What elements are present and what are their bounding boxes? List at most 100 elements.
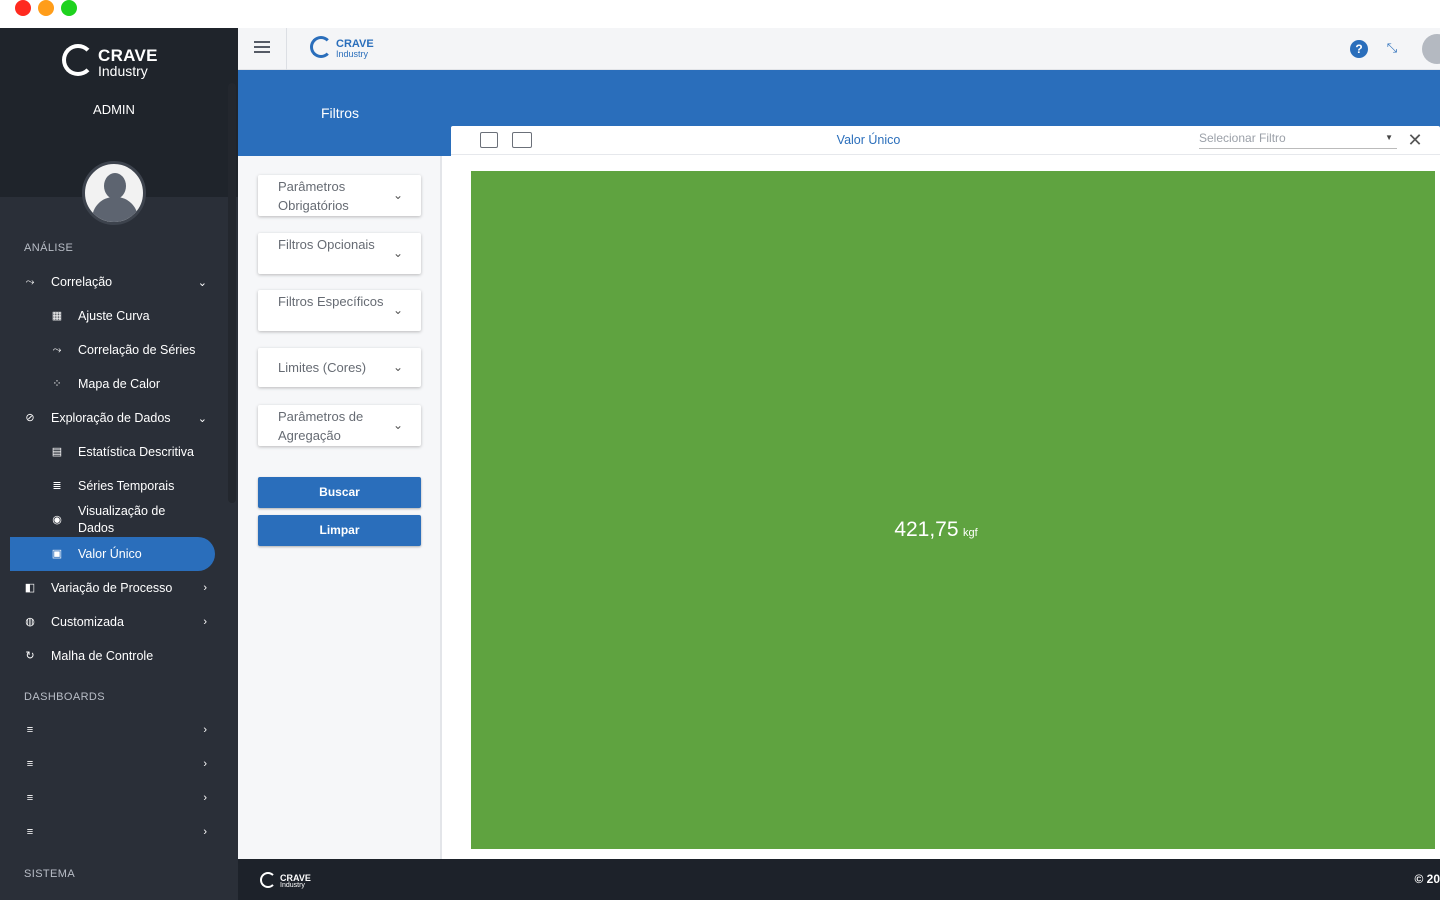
compass-icon: ⊘ bbox=[25, 412, 35, 424]
window-close-button[interactable] bbox=[15, 0, 31, 16]
chevron-right-icon: › bbox=[203, 792, 207, 804]
sidebar-item-dashboard-1[interactable]: ≡ › bbox=[10, 714, 215, 746]
single-value-unit: kgf bbox=[963, 527, 978, 539]
sidebar-item-label: Correlação de Séries bbox=[78, 343, 196, 357]
user-role: ADMIN bbox=[93, 102, 135, 117]
crave-logo-icon bbox=[62, 44, 94, 76]
chevron-down-icon: ⌄ bbox=[197, 276, 207, 289]
sidebar-item-estatistica-descritiva[interactable]: ▤ Estatística Descritiva bbox=[10, 436, 215, 468]
sidebar-item-label: Estatística Descritiva bbox=[78, 445, 195, 459]
single-value-display: 421,75 kgf bbox=[471, 171, 1435, 849]
sidebar-item-label: Ajuste Curva bbox=[78, 309, 150, 323]
section-title-sistema: SISTEMA bbox=[24, 868, 76, 880]
accordion-limites-cores[interactable]: Limites (Cores) ⌄ bbox=[258, 348, 421, 387]
sidebar-item-label: Exploração de Dados bbox=[51, 411, 171, 425]
sidebar-item-malha-controle[interactable]: ↻ Malha de Controle bbox=[10, 640, 215, 672]
topbar-logo-subname: Industry bbox=[336, 49, 369, 59]
chevron-down-icon: ⌄ bbox=[392, 418, 403, 432]
topbar: CRAVE Industry ? ⤡ bbox=[238, 28, 1440, 70]
accordion-label: Parâmetros de Agregação bbox=[278, 409, 364, 443]
avatar-head-icon bbox=[104, 173, 126, 199]
avatar[interactable] bbox=[82, 161, 146, 225]
copyright-text: © 20 bbox=[1414, 872, 1440, 886]
grid-icon: ▦ bbox=[51, 310, 63, 322]
sidebar-scrollbar[interactable] bbox=[228, 83, 236, 503]
stats-icon: ▤ bbox=[51, 446, 63, 458]
collapse-icon[interactable]: ⤡ bbox=[1384, 40, 1400, 56]
list-icon: ≡ bbox=[26, 758, 34, 770]
avatar-body-icon bbox=[92, 197, 138, 222]
sidebar-item-dashboard-2[interactable]: ≡ › bbox=[10, 748, 215, 780]
sidebar-item-dashboard-3[interactable]: ≡ › bbox=[10, 782, 215, 814]
accordion-label: Filtros Específicos bbox=[278, 294, 384, 309]
sidebar-item-customizada[interactable]: ◍ Customizada › bbox=[10, 606, 215, 638]
window-titlebar bbox=[0, 0, 1440, 28]
chevron-right-icon: › bbox=[203, 582, 207, 594]
loop-icon: ↻ bbox=[25, 650, 35, 662]
list-icon: ≡ bbox=[26, 724, 34, 736]
user-avatar-button[interactable] bbox=[1422, 34, 1440, 64]
chevron-right-icon: › bbox=[203, 616, 207, 628]
chevron-right-icon: › bbox=[203, 758, 207, 770]
chevron-down-icon: ⌄ bbox=[392, 188, 403, 202]
sidebar-item-ajuste-curva[interactable]: ▦ Ajuste Curva bbox=[10, 300, 215, 332]
chevron-right-icon: › bbox=[203, 724, 207, 736]
sidebar-item-dashboard-4[interactable]: ≡ › bbox=[10, 816, 215, 848]
card-title: Valor Único bbox=[836, 133, 901, 147]
brand-logo[interactable]: CRAVE Industry bbox=[62, 44, 172, 80]
chevron-down-icon: ⌄ bbox=[392, 303, 403, 317]
search-button[interactable]: Buscar bbox=[258, 477, 421, 508]
accordion-filtros-opcionais[interactable]: Filtros Opcionais ⌄ bbox=[258, 233, 421, 274]
filter-select-placeholder: Selecionar Filtro bbox=[1199, 131, 1286, 145]
sidebar-item-valor-unico[interactable]: ▣ Valor Único bbox=[10, 537, 215, 571]
sidebar-item-mapa-calor[interactable]: ⁘ Mapa de Calor bbox=[10, 368, 215, 400]
accordion-parametros-obrigatorios[interactable]: Parâmetros Obrigatórios ⌄ bbox=[258, 175, 421, 216]
window-maximize-button[interactable] bbox=[61, 0, 77, 16]
crave-logo-icon bbox=[260, 872, 276, 888]
accordion-filtros-especificos[interactable]: Filtros Específicos ⌄ bbox=[258, 290, 421, 331]
hamburger-menu-icon[interactable] bbox=[254, 41, 270, 55]
sidebar-item-exploracao-dados[interactable]: ⊘ Exploração de Dados ⌄ bbox=[10, 402, 215, 434]
sidebar-item-label: Visualização de Dados bbox=[78, 504, 166, 535]
sidebar-item-label: Malha de Controle bbox=[51, 649, 154, 663]
sidebar-item-series-temporais[interactable]: ≣ Séries Temporais bbox=[10, 470, 215, 502]
section-title-analise: ANÁLISE bbox=[24, 242, 74, 254]
palette-icon: ◍ bbox=[25, 616, 35, 628]
window-minimize-button[interactable] bbox=[38, 0, 54, 16]
footer-logo: CRAVE Industry bbox=[260, 872, 320, 892]
topbar-logo[interactable]: CRAVE Industry bbox=[310, 36, 390, 62]
accordion-label: Parâmetros Obrigatórios bbox=[278, 179, 349, 213]
sidebar-item-label: Variação de Processo bbox=[51, 581, 173, 595]
caret-down-icon: ▼ bbox=[1385, 133, 1393, 142]
sidebar-item-correlacao[interactable]: ⤳ Correlação ⌄ bbox=[10, 266, 215, 298]
accordion-parametros-agregacao[interactable]: Parâmetros de Agregação ⌄ bbox=[258, 405, 421, 446]
eye-icon: ◉ bbox=[52, 514, 62, 526]
accordion-label: Limites (Cores) bbox=[278, 360, 367, 375]
filter-select[interactable]: Selecionar Filtro ▼ bbox=[1199, 129, 1397, 149]
section-title-dashboards: DASHBOARDS bbox=[24, 691, 106, 703]
sidebar-item-correlacao-series[interactable]: ⤳ Correlação de Séries bbox=[10, 334, 215, 366]
series-icon: ≣ bbox=[52, 480, 62, 492]
sidebar-item-label: Correlação bbox=[51, 275, 113, 289]
single-value-number: 421,75 bbox=[894, 518, 959, 541]
filters-title: Filtros bbox=[320, 105, 360, 121]
card-header: Valor Único Selecionar Filtro ▼ ✕ bbox=[451, 126, 1440, 155]
footer: CRAVE Industry © 20 bbox=[238, 859, 1440, 900]
crave-logo-icon bbox=[310, 36, 332, 58]
sidebar-item-visualizacao-dados[interactable]: ◉ Visualização de Dados bbox=[10, 503, 215, 537]
filters-panel: Parâmetros Obrigatórios ⌄ Filtros Opcion… bbox=[238, 156, 442, 859]
list-icon: ≡ bbox=[26, 826, 34, 838]
correlation-icon: ⤳ bbox=[52, 344, 62, 356]
accordion-label: Filtros Opcionais bbox=[278, 237, 375, 252]
process-icon: ◧ bbox=[24, 582, 36, 594]
close-icon[interactable]: ✕ bbox=[1407, 129, 1423, 151]
single-value: 421,75 kgf bbox=[471, 518, 1401, 542]
chevron-down-icon: ⌄ bbox=[392, 360, 403, 374]
sidebar-item-label: Customizada bbox=[51, 615, 124, 629]
sidebar-item-variacao-processo[interactable]: ◧ Variação de Processo › bbox=[10, 572, 215, 604]
clear-button[interactable]: Limpar bbox=[258, 515, 421, 546]
heatmap-icon: ⁘ bbox=[52, 378, 62, 390]
help-icon[interactable]: ? bbox=[1350, 40, 1368, 58]
sidebar: CRAVE Industry ADMIN ANÁLISE ⤳ Correlaçã… bbox=[0, 28, 238, 900]
single-value-icon: ▣ bbox=[51, 548, 63, 560]
